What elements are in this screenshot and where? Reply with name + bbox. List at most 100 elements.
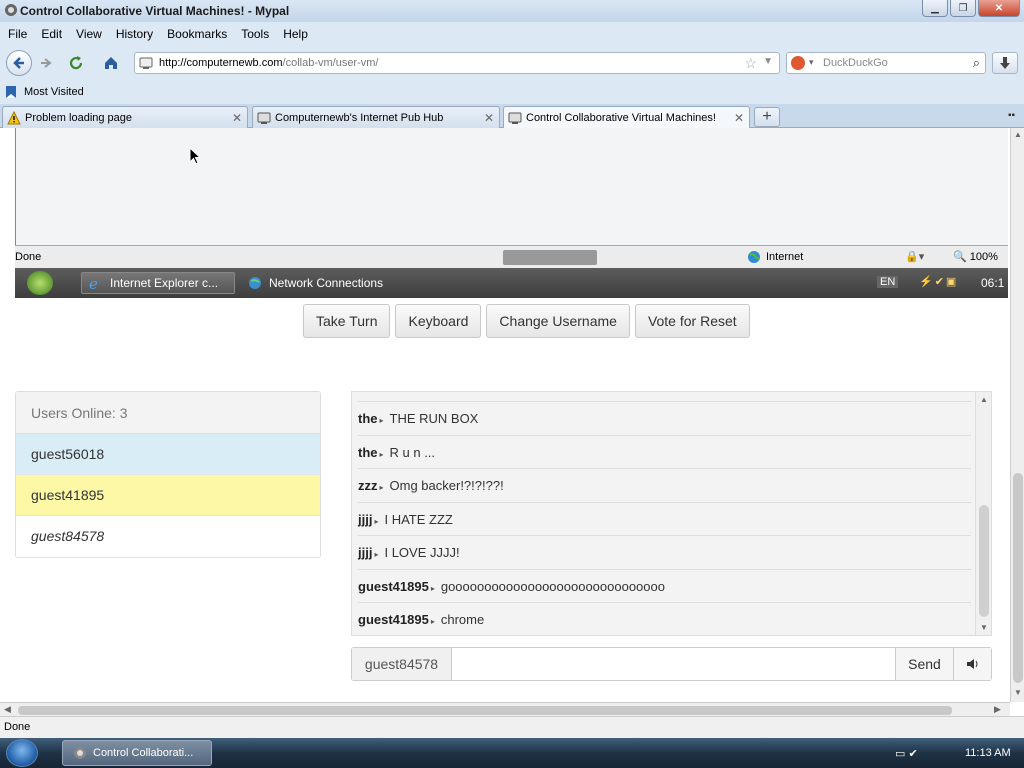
bookmark-folder-icon [6,86,16,98]
vm-zone-label: Internet [766,251,804,263]
menu-edit[interactable]: Edit [41,27,62,41]
tab-close-icon[interactable]: ✕ [732,111,746,125]
page-hscroll-thumb[interactable] [18,706,952,715]
vm-tray-icons[interactable]: ⚡✔▣ [919,275,958,288]
page-scroll-thumb[interactable] [1013,473,1023,683]
chat-text: I HATE ZZZ [384,511,453,527]
search-icon[interactable]: ⌕ [973,55,980,71]
chat-text: goooooooooooooooooooooooooooooo [440,578,665,594]
vm-task-network[interactable]: Network Connections [241,272,391,294]
vm-start-icon[interactable] [27,271,53,295]
most-visited-label: Most Visited [24,86,84,98]
search-engine-dropdown-icon[interactable]: ▾ [809,57,814,68]
vm-screen[interactable] [15,128,1008,245]
menu-help[interactable]: Help [283,27,308,41]
window-title: Control Collaborative Virtual Machines! … [20,4,290,18]
tab-list-icon[interactable]: ▪▪ [1008,110,1015,121]
vm-task-ie[interactable]: e Internet Explorer c... [81,272,235,294]
site-favicon-icon [508,112,522,124]
vote-reset-button[interactable]: Vote for Reset [634,304,750,338]
menu-bookmarks[interactable]: Bookmarks [167,27,227,41]
windows-start-icon[interactable] [6,739,38,767]
search-bar[interactable]: ▾ DuckDuckGo ⌕ [786,52,986,74]
scroll-up-icon[interactable]: ▲ [980,395,988,404]
menu-history[interactable]: History [116,27,153,41]
protected-mode-icon: 🔒▾ [905,251,925,263]
user-item-self[interactable]: guest84578 [16,516,320,557]
take-turn-button[interactable]: Take Turn [303,304,391,338]
downloads-button[interactable] [992,52,1018,74]
chat-scrollbar[interactable]: ▲ ▼ [975,392,991,635]
reload-button[interactable] [64,51,88,75]
url-dropdown-icon[interactable]: ▼ [763,56,773,67]
new-tab-button[interactable]: + [754,107,780,127]
vm-ie-statusbar: Done Internet 🔒▾ 🔍 100% [15,245,1008,268]
minimize-button[interactable]: ▁ [922,0,948,17]
forward-arrow-icon [41,58,52,68]
tab-internet-pub-hub[interactable]: Computernewb's Internet Pub Hub ✕ [252,106,500,128]
duckduckgo-icon[interactable] [791,56,805,70]
close-button[interactable]: ✕ [978,0,1020,17]
user-item[interactable]: guest56018 [16,434,320,475]
menu-bar: File Edit View History Bookmarks Tools H… [0,22,1024,46]
vm-clock: 06:1 [981,276,1005,290]
chat-text: THE RUN BOX [389,411,479,426]
menu-view[interactable]: View [76,27,102,41]
tab-label: Computernewb's Internet Pub Hub [275,111,444,124]
forward-button[interactable] [34,51,58,75]
warning-icon [7,110,21,124]
back-arrow-icon [13,57,24,69]
scroll-right-icon[interactable]: ▶ [994,704,1001,715]
chat-message: jjjj ▸ I HATE ZZZ [358,503,971,536]
chat-message: the ▸ THE RUN BOX [358,402,971,436]
internet-explorer-icon: e [89,275,98,291]
host-task-browser[interactable]: Control Collaborati... [62,740,212,766]
chat-text: chrome [440,612,485,627]
host-clock[interactable]: 11:13 AM [965,747,1011,759]
keyboard-button[interactable]: Keyboard [395,304,482,338]
chat-panel: the ▸ THE RUN BOX the ▸ R u n ... zzz ▸ Omg ba… [351,391,992,636]
send-button[interactable]: Send [895,648,953,680]
menu-tools[interactable]: Tools [241,27,269,41]
vm-progress-bar [503,250,597,265]
vm-zoom: 🔍 100% [953,251,998,263]
vm-ie-status-text: Done [15,251,42,263]
bookmark-most-visited[interactable]: Most Visited [4,85,84,99]
chat-username: guest41895 [358,578,429,594]
chat-text: Omg backer!?!?!??! [389,478,504,493]
url-text[interactable]: http://computernewb.com/collab-vm/user-v… [159,57,378,69]
vm-language-indicator[interactable]: EN [877,276,899,288]
tab-bar: Problem loading page ✕ Computernewb's In… [0,104,1024,128]
host-tray-icons[interactable]: ▭ ✔ [895,747,918,760]
scroll-up-icon[interactable]: ▲ [1014,130,1022,139]
site-identity-icon [139,57,153,69]
tab-close-icon[interactable]: ✕ [230,111,244,125]
page-vertical-scrollbar[interactable]: ▲ ▼ [1010,128,1024,702]
tab-close-icon[interactable]: ✕ [482,111,496,125]
menu-file[interactable]: File [8,27,27,41]
home-icon [105,57,117,69]
chat-message: jjjj ▸ I LOVE JJJJ! [358,536,971,570]
change-username-button[interactable]: Change Username [486,304,630,338]
chat-scroll-thumb[interactable] [979,505,989,617]
scroll-left-icon[interactable]: ◀ [4,704,11,715]
chat-message: guest41895 ▸ chrome [358,612,485,627]
tab-problem-loading[interactable]: Problem loading page ✕ [2,106,248,128]
url-bar[interactable]: http://computernewb.com/collab-vm/user-v… [134,52,780,74]
vm-task-label: Network Connections [269,276,384,290]
chat-input[interactable] [452,648,895,680]
bookmark-star-icon[interactable]: ☆ [744,55,757,72]
tab-collab-vm[interactable]: Control Collaborative Virtual Machines! … [503,106,750,128]
page-horizontal-scrollbar[interactable]: ◀ ▶ [0,702,1010,716]
home-button[interactable] [99,51,123,75]
vm-controls: Take Turn Keyboard Change Username Vote … [303,304,750,338]
scroll-down-icon[interactable]: ▼ [980,623,988,632]
maximize-button[interactable]: ❐ [950,0,976,17]
user-item[interactable]: guest41895 [16,475,320,516]
bookmarks-toolbar: Most Visited [0,80,1024,104]
tab-label: Control Collaborative Virtual Machines! [526,111,716,124]
back-button[interactable] [6,50,32,76]
navigation-toolbar: http://computernewb.com/collab-vm/user-v… [0,46,1024,80]
speaker-button[interactable] [953,648,991,680]
scroll-down-icon[interactable]: ▼ [1014,688,1022,697]
